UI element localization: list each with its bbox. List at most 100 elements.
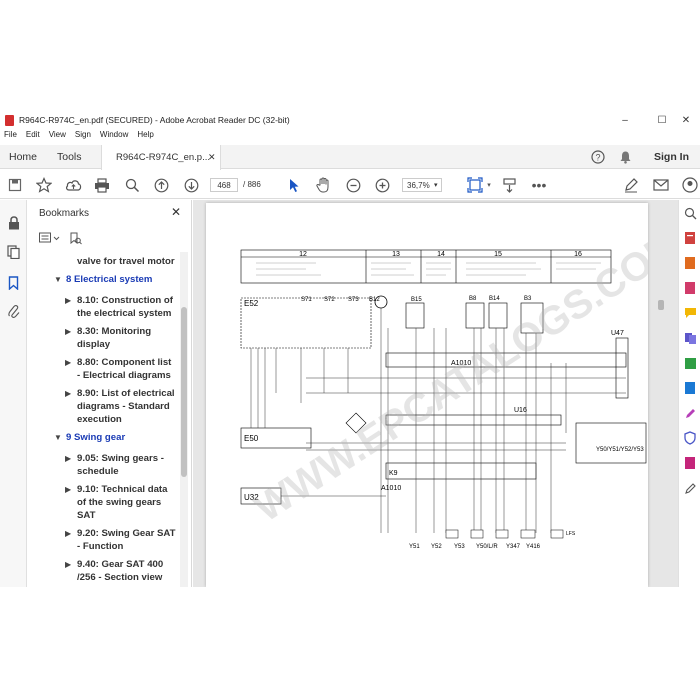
next-page-icon[interactable] — [181, 175, 201, 195]
menu-help[interactable]: Help — [137, 130, 153, 144]
component-label: A1010 — [381, 485, 401, 492]
bookmarks-title: Bookmarks — [39, 208, 90, 219]
save-icon[interactable] — [5, 175, 25, 195]
organize-pages-icon[interactable] — [682, 355, 698, 371]
bookmark-search-icon[interactable] — [69, 232, 82, 248]
print-icon[interactable] — [92, 175, 112, 195]
scrollbar-thumb[interactable] — [658, 300, 664, 310]
bookmark-label: 9.05: Swing gears - — [77, 453, 164, 464]
menu-edit[interactable]: Edit — [26, 130, 40, 144]
fill-sign-icon[interactable] — [682, 405, 698, 421]
search-icon[interactable] — [682, 205, 698, 221]
chevron-right-icon[interactable]: ▶ — [65, 356, 71, 369]
component-label: B3 — [524, 296, 532, 302]
paperclip-icon[interactable] — [5, 303, 22, 320]
combine-files-icon[interactable] — [682, 330, 698, 346]
document-scrollbar[interactable] — [655, 200, 667, 587]
bookmarks-toolbar — [39, 232, 82, 248]
chevron-down-icon[interactable]: ▼ — [54, 273, 62, 286]
zoom-out-icon[interactable] — [343, 175, 363, 195]
star-icon[interactable] — [34, 175, 54, 195]
chevron-down-icon[interactable]: ▼ — [54, 431, 62, 444]
bookmark-item[interactable]: ▼ 8 Electrical system — [54, 273, 152, 286]
pen-tool-icon[interactable] — [682, 480, 698, 496]
account-icon[interactable] — [680, 175, 700, 195]
component-label: B8 — [469, 296, 477, 302]
zoom-in-icon[interactable] — [372, 175, 392, 195]
component-label: K9 — [389, 470, 398, 477]
menu-window[interactable]: Window — [100, 130, 128, 144]
chevron-right-icon[interactable]: ▶ — [65, 483, 71, 496]
bookmark-item[interactable]: ▶ 8.90: List of electrical diagrams - St… — [65, 387, 175, 426]
menu-sign[interactable]: Sign — [75, 130, 91, 144]
prev-page-icon[interactable] — [151, 175, 171, 195]
chevron-right-icon[interactable]: ▶ — [65, 558, 71, 571]
bookmark-item[interactable]: valve for travel motor — [77, 255, 175, 268]
menu-view[interactable]: View — [49, 130, 66, 144]
title-bar: R964C-R974C_en.pdf (SECURED) - Adobe Acr… — [0, 110, 700, 130]
bookmarks-list: valve for travel motor ▼ 8 Electrical sy… — [27, 252, 179, 587]
bookmark-item[interactable]: ▶ 9.40: Gear SAT 400 /256 - Section view — [65, 558, 163, 584]
create-pdf-icon[interactable] — [682, 255, 698, 271]
compress-icon[interactable] — [682, 380, 698, 396]
help-icon[interactable]: ? — [591, 145, 605, 169]
scrollbar-thumb[interactable] — [181, 307, 187, 477]
export-pdf-icon[interactable] — [682, 230, 698, 246]
component-label: Y416 — [526, 544, 541, 550]
bookmark-icon[interactable] — [5, 274, 22, 291]
bookmark-item[interactable]: ▶ 9.20: Swing Gear SAT - Function — [65, 527, 176, 553]
bookmark-label: execution — [77, 414, 122, 425]
bookmark-label: diagrams - Standard — [77, 401, 170, 412]
chevron-right-icon[interactable]: ▶ — [65, 325, 71, 338]
pages-thumbnail-icon[interactable] — [5, 243, 22, 260]
chevron-right-icon[interactable]: ▶ — [65, 527, 71, 540]
close-bookmarks-icon[interactable]: ✕ — [171, 205, 181, 219]
tab-tools[interactable]: Tools — [57, 145, 82, 169]
edit-pdf-icon[interactable] — [682, 280, 698, 296]
chevron-right-icon[interactable]: ▶ — [65, 452, 71, 465]
tab-document-label: R964C-R974C_en.p... — [116, 152, 210, 163]
bookmark-item[interactable]: ▶ 8.10: Construction of the electrical s… — [65, 294, 173, 320]
comment-icon[interactable] — [682, 305, 698, 321]
sign-in-button[interactable]: Sign In — [654, 145, 689, 169]
lock-icon[interactable] — [5, 214, 22, 231]
bookmark-label: 9.20: Swing Gear SAT — [77, 528, 176, 539]
fit-chevron-icon[interactable]: ▾ — [479, 175, 499, 195]
menu-file[interactable]: File — [4, 130, 17, 144]
bell-icon[interactable] — [619, 145, 632, 169]
bookmark-label: schedule — [77, 466, 119, 477]
tab-home[interactable]: Home — [9, 145, 37, 169]
bookmark-item[interactable]: ▶ 8.80: Component list - Electrical diag… — [65, 356, 171, 382]
email-icon[interactable] — [651, 175, 671, 195]
zoom-level-input[interactable]: 36,7% ▾ — [402, 178, 442, 192]
bookmarks-scrollbar[interactable] — [180, 252, 188, 587]
component-label: LFS — [566, 531, 576, 537]
bookmark-options-icon[interactable] — [39, 232, 61, 248]
scroll-mode-icon[interactable] — [499, 175, 519, 195]
component-label: U47 — [611, 330, 624, 337]
protect-icon[interactable] — [682, 430, 698, 446]
bookmark-item[interactable]: ▶ 9.05: Swing gears - schedule — [65, 452, 164, 478]
sign-pen-icon[interactable] — [621, 175, 641, 195]
hand-tool-icon[interactable] — [313, 175, 333, 195]
send-for-signature-icon[interactable] — [682, 455, 698, 471]
tab-document[interactable]: R964C-R974C_en.p... ✕ — [101, 145, 221, 170]
close-window-button[interactable]: ✕ — [672, 110, 700, 130]
bookmark-item[interactable]: ▼ 9 Swing gear — [54, 431, 125, 444]
svg-text:?: ? — [595, 153, 600, 163]
page-number-input[interactable]: 468 — [210, 178, 238, 192]
zoom-search-icon[interactable] — [122, 175, 142, 195]
bookmark-label: 8.90: List of electrical — [77, 388, 175, 399]
more-tools-icon[interactable]: ••• — [529, 175, 549, 195]
column-label: 13 — [392, 251, 400, 258]
bookmark-item[interactable]: ▶ 9.10: Technical data of the swing gear… — [65, 483, 167, 522]
minimize-button[interactable]: – — [611, 110, 639, 130]
tab-close-icon[interactable]: ✕ — [208, 152, 216, 163]
chevron-right-icon[interactable]: ▶ — [65, 387, 71, 400]
chevron-right-icon[interactable]: ▶ — [65, 294, 71, 307]
pdf-page: 12 13 14 15 16 E52 S71 S72 S73 B12 B15 B… — [206, 203, 648, 587]
component-label: Y52 — [431, 544, 442, 550]
select-cursor-icon[interactable] — [284, 175, 304, 195]
upload-cloud-icon[interactable] — [63, 175, 83, 195]
bookmark-item[interactable]: ▶ 8.30: Monitoring display — [65, 325, 151, 351]
